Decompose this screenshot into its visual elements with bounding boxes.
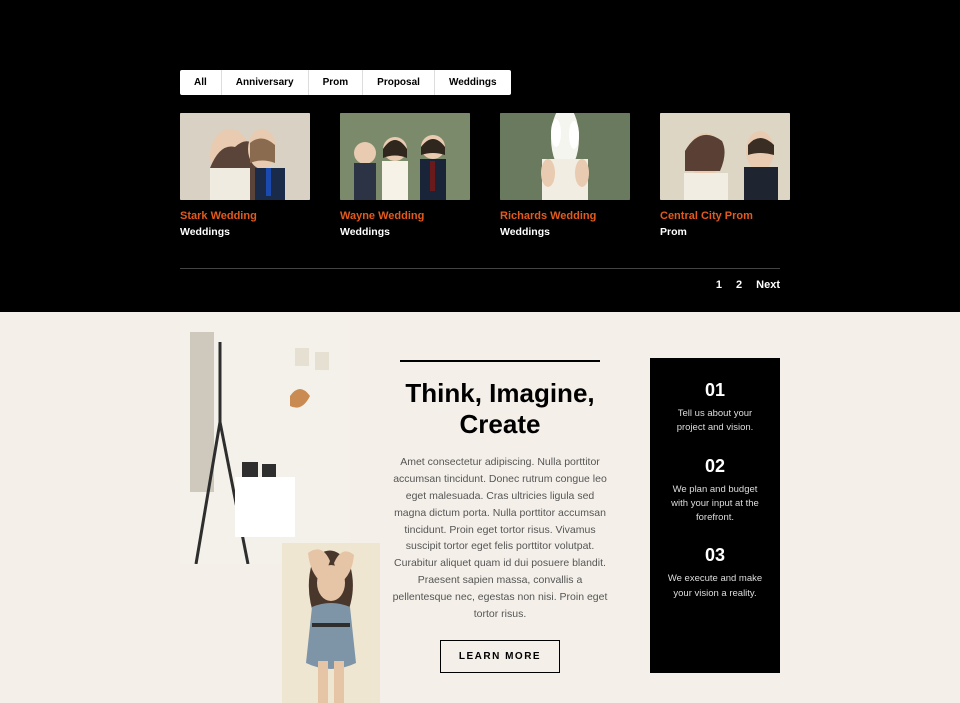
portfolio-category: Prom	[660, 226, 790, 238]
filter-anniversary[interactable]: Anniversary	[222, 70, 309, 95]
step-text: We execute and make your vision a realit…	[664, 572, 766, 601]
portfolio-title: Stark Wedding	[180, 210, 310, 222]
filter-prom[interactable]: Prom	[309, 70, 364, 95]
step-number: 01	[664, 380, 766, 401]
step-1: 01 Tell us about your project and vision…	[664, 380, 766, 436]
portfolio-title: Wayne Wedding	[340, 210, 470, 222]
about-images	[180, 312, 350, 673]
page-next[interactable]: Next	[756, 279, 780, 291]
portfolio-title: Richards Wedding	[500, 210, 630, 222]
portfolio-card[interactable]: Stark Wedding Weddings	[180, 113, 310, 238]
step-3: 03 We execute and make your vision a rea…	[664, 545, 766, 601]
portfolio-grid: Stark Wedding Weddings Wayne Weddin	[180, 113, 780, 238]
filter-proposal[interactable]: Proposal	[363, 70, 435, 95]
filter-all[interactable]: All	[180, 70, 222, 95]
about-content: Think, Imagine, Create Amet consectetur …	[380, 312, 620, 673]
page-2[interactable]: 2	[736, 279, 742, 291]
portfolio-divider	[180, 268, 780, 269]
learn-more-button[interactable]: LEARN MORE	[440, 640, 560, 673]
model-image	[282, 543, 380, 703]
portfolio-thumbnail	[180, 113, 310, 200]
portfolio-category: Weddings	[500, 226, 630, 238]
pagination: 1 2 Next	[180, 279, 780, 291]
portfolio-category: Weddings	[340, 226, 470, 238]
step-text: We plan and budget with your input at th…	[664, 483, 766, 526]
step-number: 03	[664, 545, 766, 566]
studio-image	[180, 312, 350, 564]
portfolio-thumbnail	[660, 113, 790, 200]
portfolio-section: All Anniversary Prom Proposal Weddings S…	[0, 0, 960, 312]
filter-tabs: All Anniversary Prom Proposal Weddings	[180, 70, 511, 95]
step-number: 02	[664, 456, 766, 477]
portfolio-thumbnail	[340, 113, 470, 200]
about-section: Think, Imagine, Create Amet consectetur …	[0, 312, 960, 673]
about-heading: Think, Imagine, Create	[380, 378, 620, 440]
step-2: 02 We plan and budget with your input at…	[664, 456, 766, 526]
page-1[interactable]: 1	[716, 279, 722, 291]
step-text: Tell us about your project and vision.	[664, 407, 766, 436]
about-rule	[400, 360, 600, 362]
portfolio-card[interactable]: Richards Wedding Weddings	[500, 113, 630, 238]
portfolio-card[interactable]: Wayne Wedding Weddings	[340, 113, 470, 238]
about-body: Amet consectetur adipiscing. Nulla portt…	[390, 454, 610, 622]
portfolio-card[interactable]: Central City Prom Prom	[660, 113, 790, 238]
portfolio-thumbnail	[500, 113, 630, 200]
steps-panel: 01 Tell us about your project and vision…	[650, 358, 780, 673]
portfolio-title: Central City Prom	[660, 210, 790, 222]
filter-weddings[interactable]: Weddings	[435, 70, 511, 95]
portfolio-category: Weddings	[180, 226, 310, 238]
